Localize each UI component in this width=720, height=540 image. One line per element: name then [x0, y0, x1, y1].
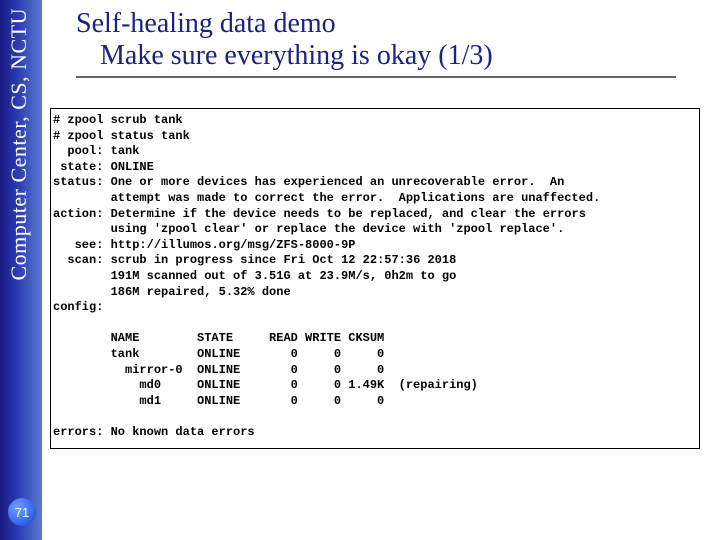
- scan-text: 186M repaired, 5.32% done: [53, 285, 291, 299]
- field-value: tank: [111, 144, 140, 158]
- title-underline: [76, 76, 676, 78]
- see-link: http://illumos.org/msg/ZFS-8000-9P: [111, 238, 356, 252]
- title-block: Self-healing data demo Make sure everyth…: [76, 8, 700, 78]
- scan-text: 191M scanned out of 3.51G at 23.9M/s, 0h…: [53, 269, 456, 283]
- table-row: md1 ONLINE 0 0 0: [53, 394, 384, 408]
- cmd-line: # zpool scrub tank: [53, 113, 183, 127]
- side-band-label: Computer Center, CS, NCTU: [6, 8, 32, 281]
- table-row: md0 ONLINE 0 0 1.49K (repairing): [53, 378, 478, 392]
- scan-text: scrub in progress since Fri Oct 12 22:57…: [111, 253, 457, 267]
- table-header: NAME STATE READ WRITE CKSUM: [53, 331, 384, 345]
- page-number-badge: 71: [8, 498, 36, 526]
- errors-line: errors: No known data errors: [53, 425, 255, 439]
- title-line-2: Make sure everything is okay (1/3): [76, 40, 700, 72]
- field-label: scan:: [53, 253, 103, 267]
- slide: Computer Center, CS, NCTU Self-healing d…: [0, 0, 720, 540]
- cmd-line: # zpool status tank: [53, 129, 190, 143]
- table-row: mirror-0 ONLINE 0 0 0: [53, 363, 384, 377]
- field-label: action:: [53, 207, 103, 221]
- field-label: see:: [53, 238, 103, 252]
- field-label: config:: [53, 300, 103, 314]
- table-row: tank ONLINE 0 0 0: [53, 347, 384, 361]
- field-label: state:: [53, 160, 103, 174]
- side-band: Computer Center, CS, NCTU: [0, 0, 42, 540]
- terminal-output: # zpool scrub tank # zpool status tank p…: [50, 108, 700, 449]
- action-text: Determine if the device needs to be repl…: [111, 207, 586, 221]
- field-label: status:: [53, 175, 103, 189]
- field-value: ONLINE: [111, 160, 154, 174]
- action-text: using 'zpool clear' or replace the devic…: [53, 222, 564, 236]
- status-text: attempt was made to correct the error. A…: [53, 191, 600, 205]
- status-text: One or more devices has experienced an u…: [111, 175, 565, 189]
- field-label: pool:: [53, 144, 103, 158]
- title-line-1: Self-healing data demo: [76, 8, 700, 40]
